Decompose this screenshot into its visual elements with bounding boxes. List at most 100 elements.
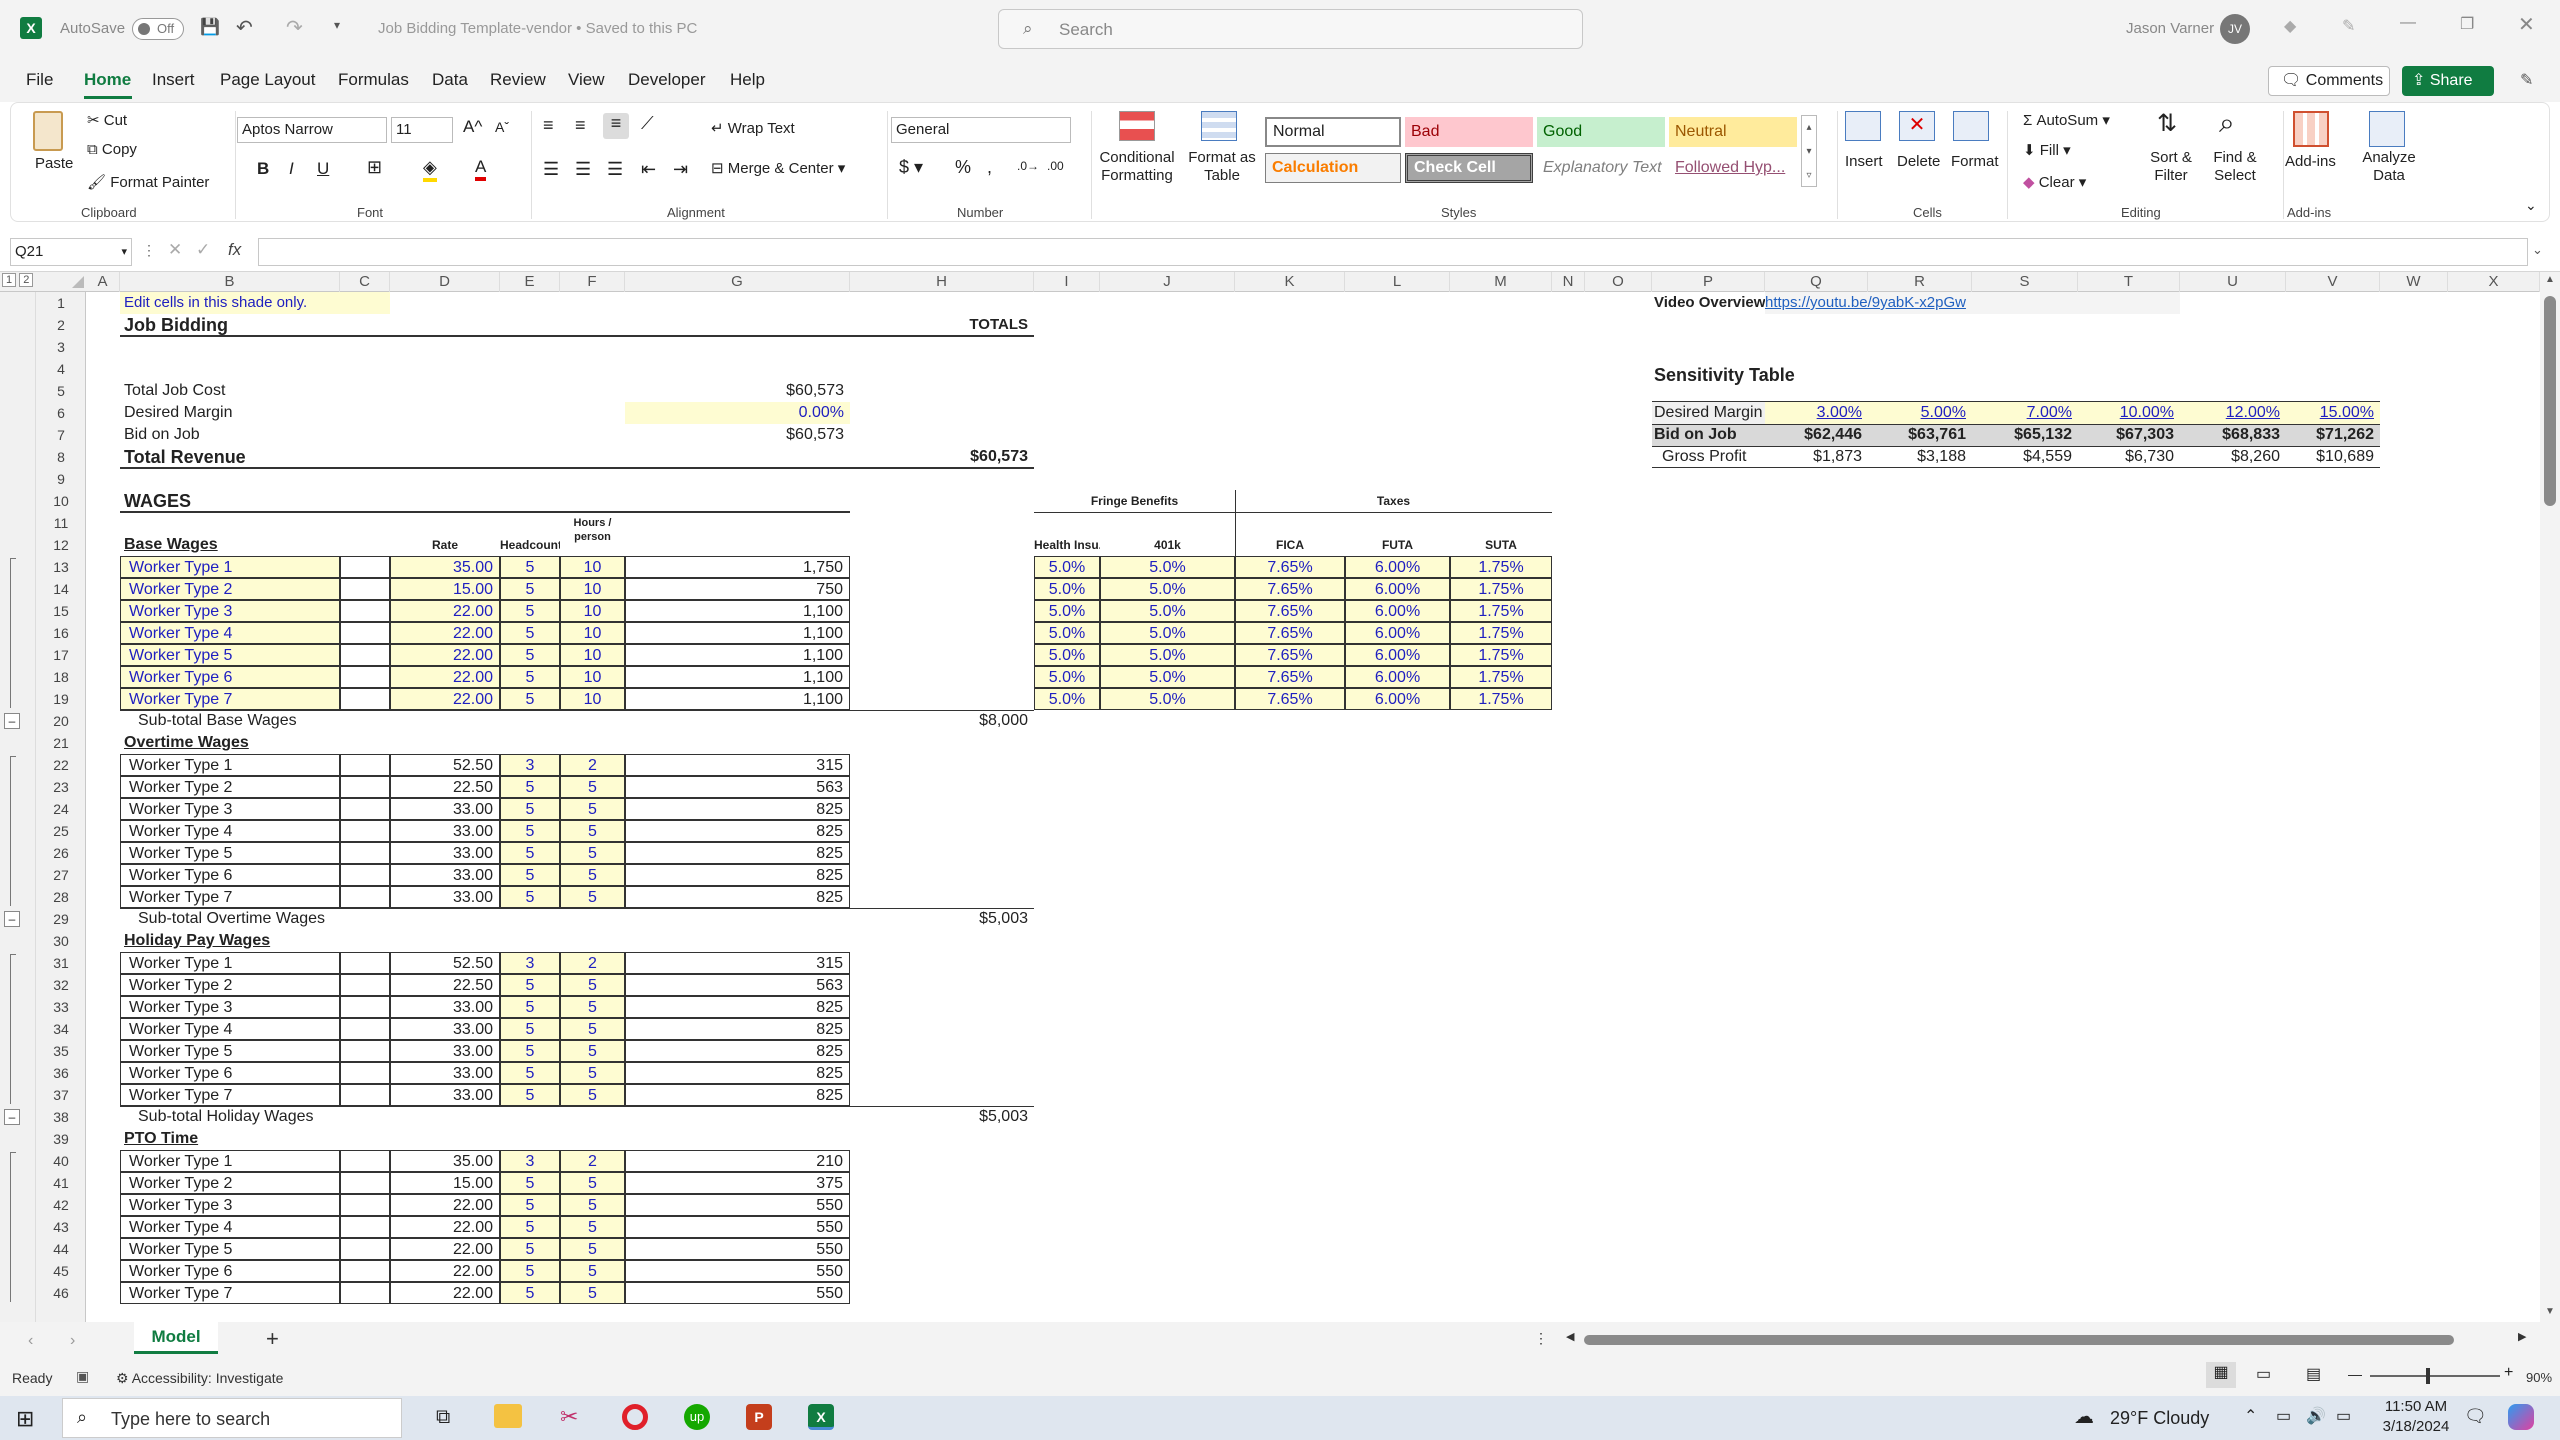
tab-insert[interactable]: Insert [152, 70, 195, 90]
headcount-cell[interactable]: 5 [500, 1194, 560, 1216]
wage-total-cell[interactable]: 825 [625, 1040, 850, 1062]
bold-icon[interactable]: B [257, 159, 269, 179]
worker-type-cell[interactable]: Worker Type 4 [120, 622, 340, 644]
blank-cell[interactable] [340, 578, 390, 600]
undo-icon[interactable]: ↶ [236, 15, 253, 40]
blank-cell[interactable] [340, 1216, 390, 1238]
powerpoint-icon[interactable]: P [746, 1404, 772, 1430]
headcount-cell[interactable]: 5 [500, 1260, 560, 1282]
format-as-table-button[interactable]: Format as Table [1187, 149, 1257, 185]
insert-cells-button[interactable]: Insert [1845, 153, 1883, 170]
sens-bid-cell[interactable]: $67,303 [2078, 424, 2180, 446]
fringe-benefits-header[interactable]: Fringe Benefits [1034, 490, 1235, 512]
style-explanatory[interactable]: Explanatory Text [1537, 153, 1665, 183]
video-link[interactable]: https://youtu.be/9yabK-x2pGw [1765, 292, 2180, 314]
headcount-cell[interactable]: 5 [500, 886, 560, 908]
snipping-tool-icon[interactable]: ✂ [560, 1404, 578, 1430]
zoom-thumb[interactable] [2426, 1368, 2430, 1384]
headcount-cell[interactable]: 5 [500, 798, 560, 820]
sort-filter-button[interactable]: Sort & Filter [2141, 149, 2201, 185]
taxes-header[interactable]: Taxes [1235, 490, 1552, 512]
worker-type-cell[interactable]: Worker Type 2 [120, 974, 340, 996]
hours-cell[interactable]: 5 [560, 1260, 625, 1282]
file-explorer-icon[interactable] [494, 1404, 522, 1428]
benefit-rate-cell[interactable]: 7.65% [1235, 600, 1345, 622]
benefit-rate-cell[interactable]: 5.0% [1100, 578, 1235, 600]
blank-cell[interactable] [340, 644, 390, 666]
edit-note-cell[interactable]: Edit cells in this shade only. [120, 292, 390, 314]
tab-home[interactable]: Home [84, 70, 131, 90]
benefit-rate-cell[interactable]: 5.0% [1034, 622, 1100, 644]
benefit-rate-cell[interactable]: 1.75% [1450, 578, 1552, 600]
benefit-rate-cell[interactable]: 6.00% [1345, 556, 1450, 578]
excel-taskbar-icon[interactable]: X [808, 1404, 834, 1430]
italic-icon[interactable]: I [289, 159, 294, 179]
row-header-38[interactable]: 38 [36, 1106, 86, 1128]
sens-bid-cell[interactable]: $71,262 [2286, 424, 2380, 446]
totals-header[interactable]: TOTALS [850, 314, 1034, 336]
increase-indent-icon[interactable]: ⇥ [673, 159, 688, 180]
column-header-c[interactable]: C [340, 272, 390, 292]
outline-level-buttons[interactable]: 1 2 [2, 273, 42, 290]
blank-cell[interactable] [340, 776, 390, 798]
worker-type-cell[interactable]: Worker Type 3 [120, 1194, 340, 1216]
tray-chevron-icon[interactable]: ⌃ [2244, 1406, 2257, 1426]
collapse-group-button[interactable]: – [4, 1109, 20, 1125]
rate-cell[interactable]: 33.00 [390, 798, 500, 820]
row-header-5[interactable]: 5 [36, 380, 86, 402]
rate-cell[interactable]: 22.00 [390, 622, 500, 644]
headcount-cell[interactable]: 5 [500, 666, 560, 688]
hours-cell[interactable]: 2 [560, 754, 625, 776]
shrink-font-icon[interactable]: Aˇ [495, 119, 509, 135]
styles-scroll[interactable]: ▴ ▾ ▿ [1801, 115, 1817, 187]
wage-total-cell[interactable]: 550 [625, 1216, 850, 1238]
hours-header[interactable]: Hours / person [560, 516, 625, 550]
display-icon[interactable]: ▭ [2336, 1406, 2351, 1426]
customize-toolbar-icon[interactable]: ▾ [334, 18, 340, 32]
collapse-ribbon-icon[interactable]: ⌄ [2525, 197, 2537, 214]
column-header-r[interactable]: R [1868, 272, 1972, 292]
fill-color-icon[interactable]: ◈ [423, 157, 437, 182]
blank-cell[interactable] [340, 842, 390, 864]
blank-cell[interactable] [340, 1040, 390, 1062]
windows-start-icon[interactable]: ⊞ [16, 1406, 34, 1432]
next-sheet-icon[interactable]: › [70, 1332, 75, 1350]
worker-type-cell[interactable]: Worker Type 7 [120, 1084, 340, 1106]
rate-header[interactable]: Rate [390, 534, 500, 556]
wage-total-cell[interactable]: 1,750 [625, 556, 850, 578]
benefit-rate-cell[interactable]: 5.0% [1100, 556, 1235, 578]
headcount-header[interactable]: Headcount [500, 534, 560, 556]
align-left-icon[interactable]: ☰ [543, 159, 559, 180]
row-header-18[interactable]: 18 [36, 666, 86, 688]
hours-cell[interactable]: 5 [560, 1282, 625, 1304]
hours-cell[interactable]: 5 [560, 842, 625, 864]
blank-cell[interactable] [340, 754, 390, 776]
page-break-view-icon[interactable]: ▤ [2306, 1364, 2321, 1384]
sens-gp-cell[interactable]: $10,689 [2286, 446, 2380, 468]
row-header-15[interactable]: 15 [36, 600, 86, 622]
headcount-cell[interactable]: 3 [500, 1150, 560, 1172]
blank-cell[interactable] [340, 622, 390, 644]
format-cells-icon[interactable] [1953, 111, 1989, 141]
row-header-21[interactable]: 21 [36, 732, 86, 754]
overtime-subtotal-label[interactable]: Sub-total Overtime Wages [120, 908, 390, 930]
scroll-thumb[interactable] [2544, 296, 2556, 506]
autosave-toggle[interactable]: Off [132, 18, 184, 40]
hours-cell[interactable]: 10 [560, 578, 625, 600]
conditional-formatting-icon[interactable] [1119, 111, 1155, 141]
sens-margin-cell[interactable]: 12.00% [2180, 402, 2286, 424]
holiday-subtotal-value[interactable]: $5,003 [850, 1106, 1034, 1128]
sens-bid-cell[interactable]: $65,132 [1972, 424, 2078, 446]
headcount-cell[interactable]: 5 [500, 644, 560, 666]
benefit-rate-cell[interactable]: 5.0% [1100, 688, 1235, 710]
suta-header[interactable]: SUTA [1450, 534, 1552, 556]
bid-value[interactable]: $60,573 [625, 424, 850, 446]
pen-icon[interactable]: ✎ [2342, 16, 2355, 36]
row-header-30[interactable]: 30 [36, 930, 86, 952]
style-followed-hyperlink[interactable]: Followed Hyp... [1669, 153, 1797, 183]
wage-total-cell[interactable]: 825 [625, 886, 850, 908]
sensitivity-title[interactable]: Sensitivity Table [1652, 364, 1868, 386]
style-check-cell[interactable]: Check Cell [1405, 153, 1533, 183]
base-subtotal-value[interactable]: $8,000 [850, 710, 1034, 732]
column-header-i[interactable]: I [1034, 272, 1100, 292]
